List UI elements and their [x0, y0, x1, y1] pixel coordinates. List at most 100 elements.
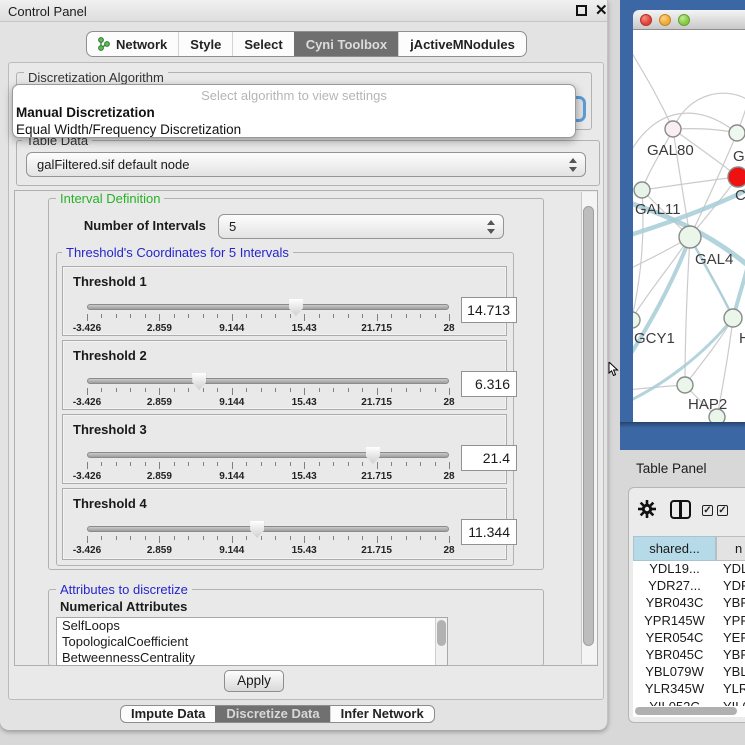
algorithm-placeholder: Select algorithm to view settings — [13, 88, 575, 103]
cell-name: YBR04 — [716, 595, 745, 612]
table-row[interactable]: YLR345WYLR34 — [633, 681, 745, 698]
close-icon[interactable]: ✕ — [595, 2, 608, 19]
column-header-name[interactable]: n — [716, 536, 745, 561]
network-node-gal11[interactable] — [634, 182, 650, 198]
tick-mark — [333, 462, 334, 466]
tab-cyni-toolbox[interactable]: Cyni Toolbox — [294, 32, 398, 56]
split-column-icon[interactable] — [670, 500, 691, 519]
threshold-slider-3[interactable]: -3.4262.8599.14415.4321.71528 — [87, 448, 449, 484]
network-edge[interactable] — [642, 177, 738, 190]
numerical-attributes-list[interactable]: SelfLoopsTopologicalCoefficientBetweenne… — [56, 617, 448, 666]
tick-mark — [435, 388, 436, 392]
tab-discretize-data[interactable]: Discretize Data — [215, 706, 329, 722]
threshold-value-field[interactable]: 14.713 — [461, 297, 517, 323]
tick-mark — [174, 536, 175, 540]
table-row[interactable]: YIL052CYIL05 — [633, 699, 745, 707]
node-label: HAP2 — [688, 396, 727, 413]
tick-label: 21.715 — [361, 471, 392, 482]
slider-track[interactable] — [87, 526, 449, 532]
network-graph[interactable]: GAL80GACGAL11GAL4GCY1HHAP2 — [633, 30, 745, 422]
slider-tick-labels: -3.4262.8599.14415.4321.71528 — [87, 545, 449, 557]
minimize-traffic-light-icon[interactable] — [659, 14, 671, 26]
bottom-tab-bar: Impute DataDiscretize DataInfer Network — [120, 705, 435, 723]
attribute-list-item[interactable]: SelfLoops — [57, 618, 447, 634]
table-row[interactable]: YER054CYER05 — [633, 630, 745, 647]
apply-button[interactable]: Apply — [224, 670, 284, 692]
tab-label: Style — [190, 37, 221, 52]
algorithm-dropdown-popup: Select algorithm to view settings Manual… — [12, 84, 576, 138]
table-row[interactable]: YBR045CYBR04 — [633, 647, 745, 664]
threshold-slider-1[interactable]: -3.4262.8599.14415.4321.71528 — [87, 300, 449, 336]
network-canvas[interactable]: GAL80GACGAL11GAL4GCY1HHAP2 — [633, 30, 745, 422]
tab-style[interactable]: Style — [178, 32, 232, 56]
slider-track[interactable] — [87, 378, 449, 384]
column-header-shared-name[interactable]: shared... — [633, 536, 716, 561]
attribute-list-item[interactable]: TopologicalCoefficient — [57, 634, 447, 650]
algorithm-option-manual-discretization[interactable]: Manual Discretization — [16, 104, 578, 121]
tick-mark — [145, 536, 146, 540]
network-node-gal4[interactable] — [679, 226, 701, 248]
tab-impute-data[interactable]: Impute Data — [121, 706, 215, 722]
tick-mark — [217, 388, 218, 392]
list-scrollbar-track[interactable] — [435, 618, 447, 665]
tick-mark — [290, 536, 291, 540]
tab-network[interactable]: Network — [87, 32, 178, 56]
threshold-slider-2[interactable]: -3.4262.8599.14415.4321.71528 — [87, 374, 449, 410]
tick-mark — [420, 388, 421, 392]
threshold-value-field[interactable]: 21.4 — [461, 445, 517, 471]
slider-track[interactable] — [87, 452, 449, 458]
table-row[interactable]: YPR145WYPR14 — [633, 613, 745, 630]
tick-label: 28 — [443, 397, 454, 408]
threshold-value-field[interactable]: 6.316 — [461, 371, 517, 397]
cell-name: YLR34 — [716, 681, 745, 698]
horizontal-scrollbar-track[interactable] — [633, 706, 743, 716]
horizontal-scrollbar-thumb[interactable] — [635, 707, 737, 715]
network-node-gcy1[interactable] — [633, 312, 640, 328]
gear-icon[interactable] — [638, 500, 656, 523]
tick-mark — [101, 388, 102, 392]
tick-mark — [174, 388, 175, 392]
table-row[interactable]: YBL079WYBL07 — [633, 664, 745, 681]
algorithm-option-equal-width-frequency-discretization[interactable]: Equal Width/Frequency Discretization — [16, 121, 578, 138]
tick-mark — [362, 314, 363, 318]
close-traffic-light-icon[interactable] — [640, 14, 652, 26]
tick-mark — [159, 388, 160, 395]
network-node-gal80[interactable] — [665, 121, 681, 137]
vertical-scrollbar-thumb[interactable] — [583, 206, 594, 646]
tick-mark — [377, 536, 378, 543]
table-row[interactable]: YDR27...YDR27 — [633, 578, 745, 595]
table-row[interactable]: YBR043CYBR04 — [633, 595, 745, 612]
network-node-h[interactable] — [724, 309, 742, 327]
tick-mark — [333, 314, 334, 318]
table-data-combo[interactable]: galFiltered.sif default node — [26, 152, 586, 177]
table-header-row: shared... n — [633, 536, 745, 561]
network-node-c[interactable] — [728, 167, 745, 187]
list-scrollbar-thumb[interactable] — [437, 620, 446, 646]
tab-jactivemnodules[interactable]: jActiveMNodules — [398, 32, 526, 56]
float-window-button[interactable] — [576, 5, 587, 16]
table-row[interactable]: YDL19...YDL19 — [633, 561, 745, 578]
tick-mark — [275, 536, 276, 540]
zoom-traffic-light-icon[interactable] — [678, 14, 690, 26]
slider-track[interactable] — [87, 304, 449, 310]
checkbox-icon[interactable]: ✓ — [702, 505, 713, 516]
tick-mark — [304, 314, 305, 321]
threshold-slider-4[interactable]: -3.4262.8599.14415.4321.71528 — [87, 522, 449, 558]
tab-select[interactable]: Select — [232, 32, 293, 56]
threshold-panel-2: Threshold 2-3.4262.8599.14415.4321.71528… — [62, 340, 507, 410]
tab-infer-network[interactable]: Infer Network — [330, 706, 434, 722]
cell-name: YPR14 — [716, 613, 745, 630]
number-of-intervals-combo[interactable]: 5 — [218, 214, 504, 239]
tick-mark — [319, 388, 320, 392]
network-node-hap2[interactable] — [677, 377, 693, 393]
attribute-list-item[interactable]: BetweennessCentrality — [57, 650, 447, 666]
network-edge[interactable] — [673, 129, 737, 133]
network-edge[interactable] — [642, 129, 673, 190]
threshold-value-field[interactable]: 11.344 — [461, 519, 517, 545]
network-edge[interactable] — [673, 93, 745, 129]
tick-label: 21.715 — [361, 323, 392, 334]
network-edge[interactable] — [633, 48, 673, 129]
network-edge[interactable] — [690, 133, 737, 237]
checkbox-icon[interactable]: ✓ — [717, 505, 728, 516]
network-node-ga[interactable] — [729, 125, 745, 141]
